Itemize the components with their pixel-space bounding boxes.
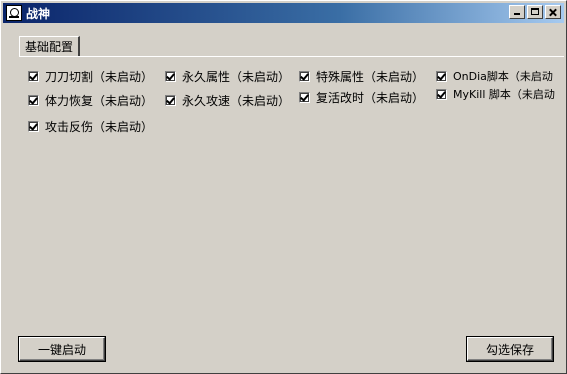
checkbox-permanent-attack-speed[interactable]: 永久攻速（未启动） (165, 92, 290, 109)
save-selection-button[interactable]: 勾选保存 (466, 336, 554, 362)
window-controls (507, 5, 561, 19)
checkbox-stamina-recovery[interactable]: 体力恢复（未启动） (28, 92, 153, 109)
checkbox-label: 攻击反伤（未启动） (45, 120, 154, 134)
checkbox-label: MyKill 脚本（未启动 (453, 88, 555, 101)
checkbox-label: 体力恢复（未启动） (45, 94, 154, 108)
main-window: 战神 基础配置 刀刀切割（未启动） 体力恢复（未启动） 攻击反伤（未启动） 永久… (0, 0, 567, 374)
checkbox-checked-icon[interactable] (28, 121, 39, 132)
checkbox-ondia-script[interactable]: OnDia脚本（未启动 (436, 68, 553, 84)
checkbox-checked-icon[interactable] (165, 95, 176, 106)
checkbox-label: 刀刀切割（未启动） (45, 70, 154, 84)
checkbox-label: 永久攻速（未启动） (182, 94, 291, 108)
checkbox-checked-icon[interactable] (436, 70, 447, 82)
checkbox-checked-icon[interactable] (28, 71, 39, 82)
close-button[interactable] (545, 5, 561, 19)
checkbox-special-attributes[interactable]: 特殊属性（未启动） (299, 68, 424, 85)
checkbox-checked-icon[interactable] (299, 71, 310, 82)
minimize-button[interactable] (509, 5, 525, 19)
checkbox-label: OnDia脚本（未启动 (453, 70, 553, 83)
checkbox-checked-icon[interactable] (436, 88, 447, 100)
checkbox-blade-cut[interactable]: 刀刀切割（未启动） (28, 68, 153, 85)
checkbox-revive-time[interactable]: 复活改时（未启动） (299, 89, 424, 106)
window-title: 战神 (26, 6, 51, 21)
checkbox-label: 永久属性（未启动） (182, 70, 291, 84)
checkbox-label: 特殊属性（未启动） (316, 70, 425, 84)
checkbox-permanent-attributes[interactable]: 永久属性（未启动） (165, 68, 290, 85)
checkbox-damage-reflect[interactable]: 攻击反伤（未启动） (28, 118, 153, 135)
app-icon[interactable] (6, 5, 22, 21)
checkbox-label: 复活改时（未启动） (316, 91, 425, 105)
title-bar[interactable]: 战神 (3, 3, 564, 23)
checkbox-checked-icon[interactable] (165, 71, 176, 82)
checkbox-checked-icon[interactable] (28, 95, 39, 106)
start-all-button[interactable]: 一键启动 (18, 336, 106, 362)
checkbox-mykill-script[interactable]: MyKill 脚本（未启动 (436, 86, 555, 102)
maximize-button[interactable] (527, 5, 543, 19)
tab-basic-config[interactable]: 基础配置 (19, 36, 81, 56)
checkbox-checked-icon[interactable] (299, 92, 310, 103)
